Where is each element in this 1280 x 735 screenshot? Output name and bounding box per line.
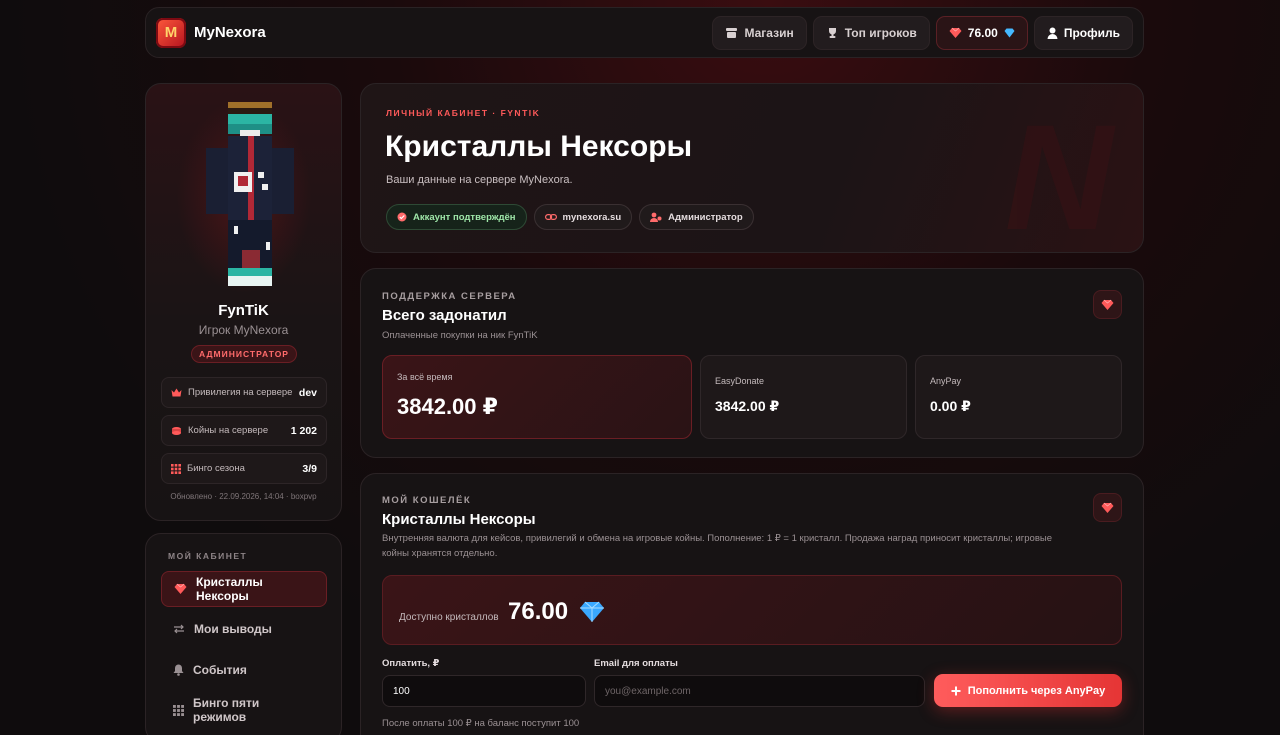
grid-icon	[173, 704, 184, 716]
wallet-desc: Внутренняя валюта для кейсов, привилегий…	[382, 531, 1082, 561]
page-subtitle: Ваши данные на сервере MyNexora.	[386, 174, 573, 186]
hero-kicker: ЛИЧНЫЙ КАБИНЕТ · FYNTIK	[386, 108, 541, 118]
hero-watermark-logo: N	[1004, 93, 1113, 253]
donation-anypay-box: AnyPay 0.00 ₽	[915, 355, 1122, 439]
email-label: Email для оплаты	[594, 658, 678, 669]
chip-site-link-label: mynexora.su	[562, 211, 622, 223]
hero-header: N ЛИЧНЫЙ КАБИНЕТ · FYNTIK Кристаллы Некс…	[360, 83, 1144, 253]
stat-bingo-label: Бинго сезона	[187, 463, 245, 474]
donation-total-label: За всё время	[397, 372, 453, 382]
donation-total-box: За всё время 3842.00 ₽	[382, 355, 692, 439]
menu-item-withdrawals-label: Мои выводы	[194, 622, 272, 636]
chip-admin-label: Администратор	[668, 211, 743, 223]
donation-easydonate-value: 3842.00 ₽	[715, 398, 780, 414]
page-title: Кристаллы Нексоры	[385, 130, 693, 163]
stat-coins-label: Койны на сервере	[188, 425, 269, 436]
chip-account-verified: Аккаунт подтверждён	[386, 204, 527, 230]
amount-input[interactable]: 100	[382, 675, 586, 707]
stat-privilege-value: dev	[298, 386, 317, 399]
player-subtitle: Игрок MyNexora	[198, 323, 289, 337]
anypay-topup-button[interactable]: Пополнить через AnyPay	[934, 674, 1122, 707]
wallet-kicker: МОЙ КОШЕЛЁК	[382, 495, 472, 506]
stat-bingo: Бинго сезона 3/9	[161, 453, 327, 484]
top-navbar: M MyNexora Магазин Топ игроков 76.00 Про…	[145, 7, 1144, 58]
donation-anypay-label: AnyPay	[930, 376, 962, 386]
wallet-gem-icon	[1093, 493, 1122, 522]
stat-bingo-value: 3/9	[302, 462, 317, 475]
gem-icon	[174, 583, 187, 595]
pay-note: После оплаты 100 ₽ на баланс поступит 10…	[382, 718, 580, 729]
donations-title: Всего задонатил	[382, 307, 507, 324]
menu-item-crystals[interactable]: Кристаллы Нексоры	[161, 571, 327, 607]
player-username: FynTiK	[218, 302, 269, 319]
donation-easydonate-box: EasyDonate 3842.00 ₽	[700, 355, 907, 439]
profile-button-label: Профиль	[1063, 25, 1120, 40]
stat-coins: Койны на сервере 1 202	[161, 415, 327, 446]
player-skin-image	[206, 102, 294, 286]
donation-total-value: 3842.00 ₽	[397, 394, 498, 419]
plus-icon	[951, 686, 961, 696]
shop-button[interactable]: Магазин	[712, 15, 807, 50]
chip-site-link[interactable]: mynexora.su	[533, 204, 633, 230]
wallet-desc-line-2: койны хранятся отдельно.	[382, 548, 498, 560]
crown-icon	[171, 388, 182, 397]
stat-privilege: Привилегия на сервере dev	[161, 377, 327, 408]
brand-name: MyNexora	[194, 24, 266, 41]
donations-desc: Оплаченные покупки на ник FynTiK	[382, 330, 538, 341]
email-input[interactable]: you@example.com	[594, 675, 925, 707]
store-icon	[725, 27, 738, 39]
check-circle-icon	[397, 212, 407, 222]
wallet-title: Кристаллы Нексоры	[382, 511, 536, 528]
crystal-balance-value: 76.00	[508, 598, 569, 625]
cabinet-menu-title: МОЙ КАБИНЕТ	[168, 551, 248, 561]
trophy-icon	[826, 27, 839, 39]
blue-diamond-icon	[579, 601, 605, 628]
stat-privilege-label: Привилегия на сервере	[188, 387, 293, 398]
balance-value: 76.00	[967, 25, 998, 40]
shop-button-label: Магазин	[744, 25, 794, 40]
menu-item-crystals-label: Кристаллы Нексоры	[196, 575, 263, 603]
cabinet-menu: МОЙ КАБИНЕТ Кристаллы Нексоры Мои выводы…	[145, 533, 342, 735]
swap-icon	[173, 624, 185, 634]
menu-item-events-label: События	[193, 663, 247, 677]
anypay-topup-button-label: Пополнить через AnyPay	[967, 684, 1106, 697]
user-icon	[1047, 27, 1058, 39]
donations-kicker: ПОДДЕРЖКА СЕРВЕРА	[382, 291, 517, 302]
donation-easydonate-label: EasyDonate	[715, 376, 765, 386]
donations-panel: ПОДДЕРЖКА СЕРВЕРА Всего задонатил Оплаче…	[360, 268, 1144, 458]
updated-timestamp: Обновлено · 22.09.2026, 14:04 · boxpvp	[170, 492, 317, 501]
profile-card: FynTiK Игрок MyNexora АДМИНИСТРАТОР Прив…	[145, 83, 342, 521]
player-skin	[176, 98, 312, 294]
profile-button[interactable]: Профиль	[1033, 15, 1133, 50]
donation-anypay-value: 0.00 ₽	[930, 398, 971, 414]
menu-item-events[interactable]: События	[161, 652, 327, 688]
user-gear-icon	[650, 212, 662, 222]
wallet-desc-line-1: Внутренняя валюта для кейсов, привилегий…	[382, 533, 1052, 544]
link-icon	[544, 213, 557, 221]
crystal-balance-box: Доступно кристаллов 76.00	[382, 575, 1122, 645]
brand-logo-icon: M	[156, 17, 186, 48]
crystal-balance-label: Доступно кристаллов	[399, 612, 499, 623]
grid-icon	[171, 463, 181, 474]
red-gem-icon	[949, 27, 962, 39]
blue-diamond-icon	[1004, 28, 1015, 38]
top-players-button[interactable]: Топ игроков	[812, 15, 930, 50]
balance-button[interactable]: 76.00	[935, 15, 1028, 50]
wallet-panel: МОЙ КОШЕЛЁК Кристаллы Нексоры Внутренняя…	[360, 473, 1144, 735]
chip-account-verified-label: Аккаунт подтверждён	[413, 211, 516, 223]
donations-gem-icon	[1093, 290, 1122, 319]
role-badge: АДМИНИСТРАТОР	[191, 345, 297, 363]
menu-item-bingo-label: Бинго пяти режимов	[193, 696, 260, 724]
coins-icon	[171, 426, 182, 436]
bell-icon	[173, 664, 184, 676]
top-players-button-label: Топ игроков	[844, 25, 917, 40]
menu-item-bingo[interactable]: Бинго пяти режимов	[161, 692, 327, 728]
stat-coins-value: 1 202	[290, 424, 317, 437]
brand-logo[interactable]: M MyNexora	[156, 17, 266, 48]
chip-admin: Администратор	[639, 204, 754, 230]
menu-item-withdrawals[interactable]: Мои выводы	[161, 611, 327, 647]
amount-label: Оплатить, ₽	[382, 658, 440, 669]
